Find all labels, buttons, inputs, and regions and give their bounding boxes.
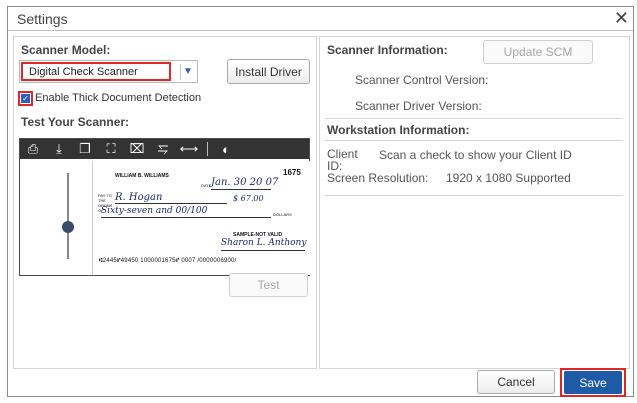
printer-icon[interactable]: ⎙ <box>20 139 46 159</box>
fit-height-icon[interactable]: ⥧ <box>150 139 176 159</box>
check-micr-line: ⑆2445⑈49450 1000001675⑈ 0007 /0000006900… <box>99 258 237 264</box>
check-date-value: Jan. 30 20 07 <box>211 177 279 188</box>
install-driver-button[interactable]: Install Driver <box>227 59 310 84</box>
scanner-driver-version-label: Scanner Driver Version: <box>355 99 482 113</box>
update-scm-button[interactable]: Update SCM <box>483 40 593 64</box>
cancel-button[interactable]: Cancel <box>477 370 555 394</box>
title-bar: Settings ✕ <box>8 7 633 31</box>
screen-resolution-label: Screen Resolution: <box>327 171 429 185</box>
preview-toolbar: ⎙ ⤓ ❐ ⛶ ⌧ ⥧ ⟷ ◐ <box>20 139 309 159</box>
save-button-highlight: Save <box>560 368 626 397</box>
close-icon[interactable]: ✕ <box>614 8 629 29</box>
test-button[interactable]: Test <box>229 273 308 297</box>
check-payee: R. Hogan <box>115 192 163 203</box>
client-id-value: Scan a check to show your Client ID <box>379 148 572 162</box>
thick-doc-label: Enable Thick Document Detection <box>35 92 202 104</box>
fit-page-icon[interactable]: ⛶ <box>98 139 124 159</box>
info-pane: Scanner Information: Update SCM Scanner … <box>319 36 630 369</box>
check-payer-name: WILLIAM B. WILLIAMS <box>115 173 169 179</box>
scanner-model-select[interactable]: Digital Check Scanner ▼ <box>19 60 198 83</box>
scanner-settings-pane: Scanner Model: Digital Check Scanner ▼ I… <box>13 36 317 369</box>
check-amount: $ 67.00 <box>233 194 264 203</box>
thick-doc-checkbox[interactable]: ✓ <box>21 94 30 103</box>
check-date-label: DATE <box>201 183 212 188</box>
zoom-slider-handle[interactable] <box>62 221 74 233</box>
toolbar-separator <box>207 142 208 156</box>
thick-doc-checkbox-highlight: ✓ <box>18 91 33 106</box>
check-number: 1675 <box>283 168 301 177</box>
fit-width-icon[interactable]: ⟷ <box>176 139 202 159</box>
scanner-model-value: Digital Check Scanner <box>21 62 171 81</box>
save-button[interactable]: Save <box>564 371 622 394</box>
client-id-label: Client ID: <box>327 147 358 173</box>
download-icon[interactable]: ⤓ <box>46 139 72 159</box>
zoom-slider-track[interactable] <box>67 173 69 259</box>
check-amount-words: Sixty-seven and 00/100 <box>101 206 208 216</box>
dialog-title: Settings <box>17 11 68 27</box>
check-dollars-label: DOLLARS <box>273 212 292 217</box>
copy-icon[interactable]: ❐ <box>72 139 98 159</box>
test-scanner-label: Test Your Scanner: <box>21 115 130 129</box>
scanner-control-version-label: Scanner Control Version: <box>355 73 489 87</box>
scan-preview: ⎙ ⤓ ❐ ⛶ ⌧ ⥧ ⟷ ◐ 1675 WILLIAM B. WILLIAMS… <box>19 138 310 276</box>
scanner-model-label: Scanner Model: <box>21 43 111 57</box>
workstation-info-label: Workstation Information: <box>327 123 470 137</box>
chevron-down-icon[interactable]: ▼ <box>180 64 195 80</box>
contrast-icon[interactable]: ◐ <box>213 139 239 159</box>
screen-resolution-value: 1920 x 1080 Supported <box>446 171 571 185</box>
settings-dialog: Settings ✕ Scanner Model: Digital Check … <box>7 6 634 397</box>
check-signature: Sharon L. Anthony <box>221 238 307 248</box>
zoom-fit-icon[interactable]: ⌧ <box>124 139 150 159</box>
check-image: 1675 WILLIAM B. WILLIAMS DATE Jan. 30 20… <box>92 161 310 275</box>
scanner-info-label: Scanner Information: <box>327 43 448 57</box>
